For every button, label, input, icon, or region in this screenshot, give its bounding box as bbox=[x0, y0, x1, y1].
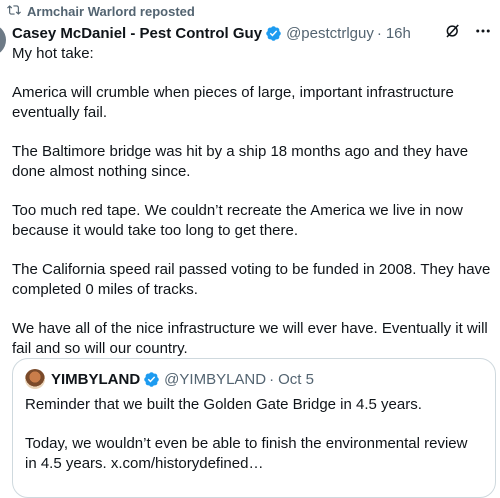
quoted-author-handle: @YIMBYLAND bbox=[164, 370, 267, 388]
grok-icon[interactable] bbox=[444, 22, 462, 44]
author-handle[interactable]: @pestctrlguy bbox=[286, 25, 374, 42]
post-header: Casey McDaniel - Pest Control Guy @pestc… bbox=[12, 22, 492, 44]
quoted-paragraph: Reminder that we built the Golden Gate B… bbox=[25, 396, 422, 413]
separator-dot: · bbox=[269, 370, 275, 388]
quoted-post-text: Reminder that we built the Golden Gate B… bbox=[25, 395, 483, 474]
quoted-post[interactable]: YIMBYLAND @YIMBYLAND · Oct 5 Reminder th… bbox=[12, 358, 496, 498]
post-paragraph: We have all of the nice infrastructure w… bbox=[12, 320, 488, 357]
quoted-avatar bbox=[25, 369, 45, 389]
post-paragraph: My hot take: bbox=[12, 45, 94, 62]
more-options-icon[interactable] bbox=[474, 22, 492, 44]
repost-label: Armchair Warlord reposted bbox=[27, 4, 195, 19]
author-name[interactable]: Casey McDaniel - Pest Control Guy bbox=[12, 25, 262, 42]
post-paragraph: America will crumble when pieces of larg… bbox=[12, 84, 454, 121]
post-text: My hot take: America will crumble when p… bbox=[12, 44, 492, 378]
quoted-post-header: YIMBYLAND @YIMBYLAND · Oct 5 bbox=[25, 369, 483, 389]
quoted-paragraph: Today, we wouldn’t even be able to finis… bbox=[25, 435, 468, 472]
separator-dot: · bbox=[376, 24, 382, 42]
post-time[interactable]: 16h bbox=[386, 25, 411, 42]
post-paragraph: The California speed rail passed voting … bbox=[12, 261, 491, 298]
quoted-post-date: Oct 5 bbox=[278, 370, 314, 388]
verified-badge-icon bbox=[265, 25, 282, 42]
post-paragraph: Too much red tape. We couldn’t recreate … bbox=[12, 202, 463, 239]
repost-indicator[interactable]: Armchair Warlord reposted bbox=[7, 3, 195, 20]
repost-icon bbox=[7, 3, 21, 20]
post-paragraph: The Baltimore bridge was hit by a ship 1… bbox=[12, 143, 469, 180]
quoted-author-name: YIMBYLAND bbox=[51, 370, 141, 388]
verified-badge-icon bbox=[143, 371, 160, 388]
avatar[interactable] bbox=[0, 24, 6, 56]
